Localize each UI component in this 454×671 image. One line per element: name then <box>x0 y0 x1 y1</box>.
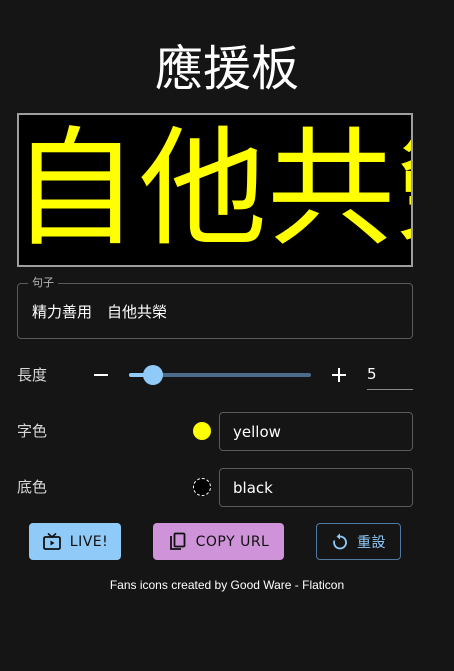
reset-button[interactable]: 重設 <box>316 523 401 560</box>
background-color-label: 底色 <box>17 478 48 496</box>
text-color-label: 字色 <box>17 422 48 440</box>
background-color-input[interactable]: black <box>233 478 273 498</box>
copy-url-button[interactable]: COPY URL <box>153 523 284 560</box>
sentence-label: 句子 <box>28 276 58 290</box>
minus-icon <box>94 374 108 376</box>
sentence-input[interactable]: 精力善用 自他共榮 <box>32 302 167 322</box>
live-button-label: LIVE! <box>69 533 109 550</box>
live-tv-icon <box>42 532 62 552</box>
app-title: 應援板 <box>154 41 299 97</box>
decrease-length-button[interactable] <box>89 363 113 387</box>
reset-icon <box>331 533 349 551</box>
reset-button-label: 重設 <box>357 534 386 551</box>
page: 應援板 自他共榮 句子 精力善用 自他共榮 長度 5 字色 yellow 底色 … <box>0 0 454 671</box>
plus-icon <box>332 368 346 382</box>
background-color-field[interactable]: black <box>219 468 413 507</box>
live-button[interactable]: LIVE! <box>29 523 121 560</box>
copy-icon <box>168 532 188 552</box>
cheer-board-preview: 自他共榮 <box>17 113 413 267</box>
increase-length-button[interactable] <box>327 363 351 387</box>
length-input[interactable]: 5 <box>367 362 413 390</box>
length-label: 長度 <box>17 366 48 384</box>
text-color-field[interactable]: yellow <box>219 412 413 451</box>
text-color-swatch[interactable] <box>193 422 211 440</box>
icon-credit: Fans icons created by Good Ware - Flatic… <box>109 578 345 592</box>
text-color-input[interactable]: yellow <box>233 422 281 442</box>
length-slider[interactable] <box>129 364 311 386</box>
length-value: 5 <box>367 365 377 383</box>
preview-text: 自他共榮 <box>17 115 411 264</box>
copy-url-button-label: COPY URL <box>195 533 270 550</box>
sentence-field[interactable]: 句子 精力善用 自他共榮 <box>17 276 413 339</box>
background-color-swatch[interactable] <box>193 478 211 496</box>
slider-thumb[interactable] <box>142 365 163 385</box>
